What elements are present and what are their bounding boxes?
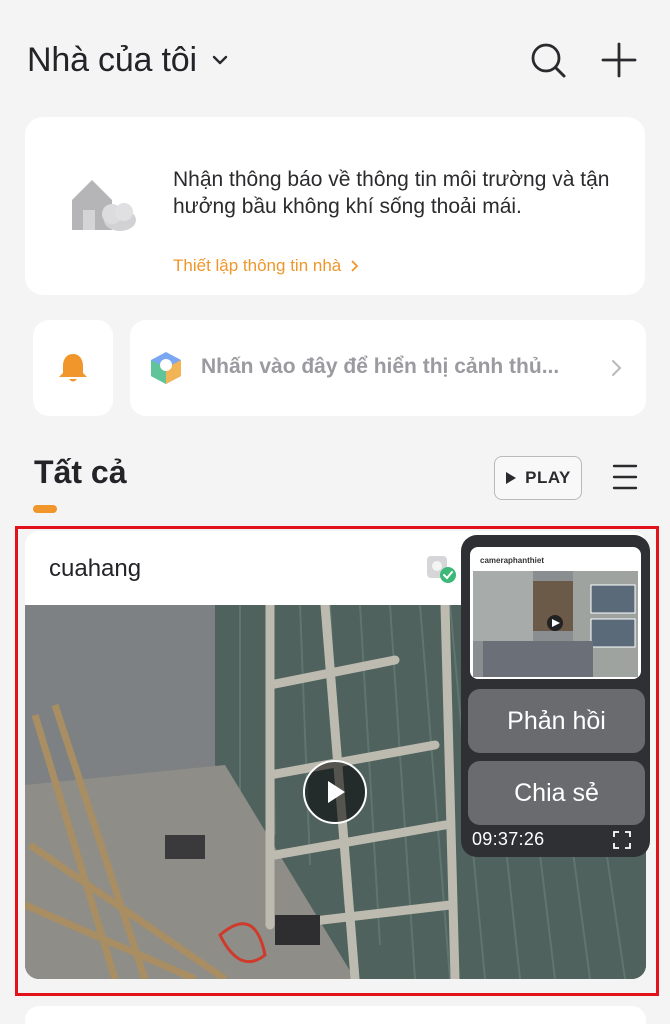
search-icon[interactable] xyxy=(528,40,568,80)
notification-button[interactable] xyxy=(33,320,113,416)
home-title: Nhà của tôi xyxy=(27,40,197,79)
preview-feed-image xyxy=(473,571,638,677)
hamburger-menu-icon[interactable] xyxy=(612,462,638,492)
tab-all[interactable]: Tất cả xyxy=(34,454,126,491)
play-all-button[interactable]: PLAY xyxy=(494,456,582,500)
tab-active-indicator xyxy=(33,505,57,513)
scene-prompt: Nhấn vào đây để hiển thị cảnh thủ... xyxy=(201,355,560,378)
environment-info-card[interactable]: Nhận thông báo về thông tin môi trường v… xyxy=(25,117,645,295)
recording-time: 09:37:26 xyxy=(472,829,545,849)
bell-icon xyxy=(59,354,87,382)
scene-bar[interactable]: Nhấn vào đây để hiển thị cảnh thủ... xyxy=(130,320,646,416)
preview-image xyxy=(473,571,638,677)
setup-home-info-label: Thiết lập thông tin nhà xyxy=(173,256,342,275)
share-button[interactable]: Chia sẻ xyxy=(468,761,645,825)
chevron-right-icon xyxy=(612,360,622,376)
play-label: PLAY xyxy=(525,468,571,487)
feedback-button[interactable]: Phản hồi xyxy=(468,689,645,753)
home-selector[interactable]: Nhà của tôi xyxy=(27,38,229,82)
fullscreen-icon[interactable] xyxy=(613,831,631,849)
info-message: Nhận thông báo về thông tin môi trường v… xyxy=(173,168,610,218)
next-camera-card[interactable] xyxy=(25,1006,646,1024)
chevron-right-icon xyxy=(351,260,359,272)
preview-title: cameraphanthiet xyxy=(480,556,545,565)
scene-cube-icon xyxy=(151,352,181,384)
setup-home-info-link[interactable]: Thiết lập thông tin nhà xyxy=(173,256,359,276)
play-icon xyxy=(506,472,517,484)
preview-thumbnail[interactable]: cameraphanthiet xyxy=(470,547,641,679)
plus-icon[interactable] xyxy=(600,40,638,80)
house-cloud-icon xyxy=(72,180,136,231)
floating-action-panel: cameraphanthiet Phản hồi Chia sẻ 09:37:2… xyxy=(461,535,650,857)
chevron-down-icon xyxy=(212,55,227,65)
